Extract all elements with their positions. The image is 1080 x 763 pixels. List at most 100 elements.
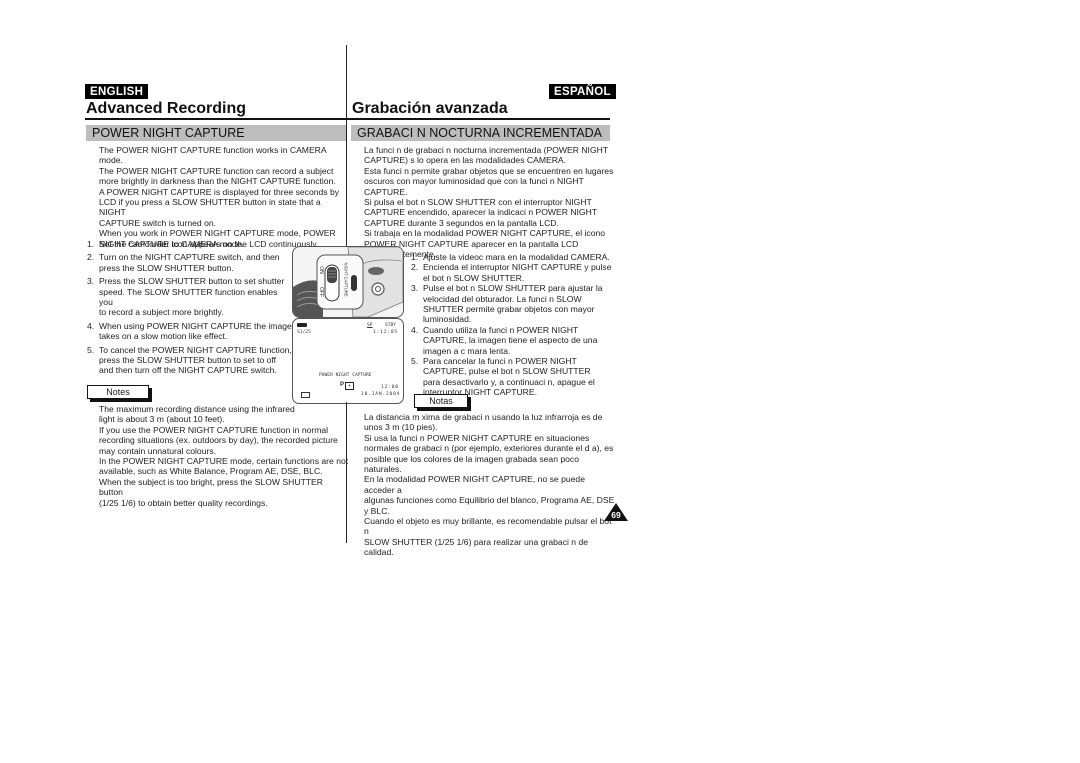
step-number: 4. <box>87 320 95 331</box>
intro-line: When you work in POWER NIGHT CAPTURE mod… <box>99 228 336 239</box>
lcd-tape-mode: SP <box>367 323 373 328</box>
step-text: Cuando utiliza la funci n POWER NIGHT <box>423 324 579 335</box>
camcorder-switch-illustration: ON OFF NIGHT CAPTURE <box>292 246 404 318</box>
step-number: 3. <box>411 283 419 294</box>
note-line: If you use the POWER NIGHT CAPTURE funct… <box>99 424 329 435</box>
page-number: 69 <box>611 510 621 520</box>
on-label: ON <box>317 266 324 274</box>
power-night-capture-icon: ✶ <box>345 382 354 390</box>
note-line: unos 3 m (10 pies). <box>364 422 438 433</box>
lcd-power-night-label: P <box>340 382 345 388</box>
page-title-english: Advanced Recording <box>86 100 247 117</box>
note-line: SLOW SHUTTER (1/25 1/6) para realizar un… <box>364 536 589 547</box>
language-badge-english: ENGLISH <box>85 84 149 99</box>
step-item: 4. When using POWER NIGHT CAPTURE the ima… <box>87 321 292 342</box>
note-line: algunas funciones como Equilibrio del bl… <box>364 495 615 516</box>
note-line: (1/25 1/6) to obtain better quality reco… <box>99 497 268 508</box>
step-item: 3. Pulse el bot n SLOW SHUTTER para ajust… <box>411 283 616 325</box>
step-text: velocidad del obturador. La funci n SLOW <box>423 293 582 304</box>
note-line: En la modalidad POWER NIGHT CAPTURE, no … <box>364 474 585 495</box>
intro-english: The POWER NIGHT CAPTURE function works i… <box>99 145 349 249</box>
lcd-time-counter: 1:12:05 <box>373 330 398 335</box>
step-text: el bot n SLOW SHUTTER. <box>423 272 525 283</box>
step-number: 2. <box>87 252 95 263</box>
step-item: 2. Turn on the NIGHT CAPTURE switch, and … <box>87 252 292 273</box>
notes-spanish: La distancia m xima de grabaci n usando … <box>364 412 616 558</box>
step-text: CAPTURE, la imagen tiene el aspecto de u… <box>423 335 598 346</box>
lcd-status: STBY <box>385 323 397 328</box>
step-text: To cancel the POWER NIGHT CAPTURE functi… <box>99 344 292 355</box>
step-text: to record a subject more brightly. <box>99 307 224 318</box>
note-line: Si usa la funci n POWER NIGHT CAPTURE en… <box>364 432 590 443</box>
step-item: 5. Para cancelar la funci n POWER NIGHT CA… <box>411 356 616 398</box>
lcd-date: 10.JAN.2004 <box>361 392 401 397</box>
step-number: 2. <box>411 262 419 273</box>
step-item: 4. Cuando utiliza la funci n POWER NIGHT C… <box>411 325 616 356</box>
step-item: 1. Set the camcorder to CAMERA mode. <box>87 239 292 249</box>
lcd-shutter-speed: S1/25 <box>297 330 311 335</box>
step-text: Turn on the NIGHT CAPTURE switch, and th… <box>99 252 280 263</box>
note-line: light is about 3 m (about 10 feet). <box>99 414 225 425</box>
note-line: available, such as White Balance, Progra… <box>99 466 323 477</box>
step-text: press the SLOW SHUTTER button. <box>99 262 234 273</box>
step-text: press the SLOW SHUTTER button to set to … <box>99 355 277 366</box>
step-text: luminosidad. <box>423 314 472 325</box>
memory-card-icon <box>301 392 310 398</box>
step-text: Pulse el bot n SLOW SHUTTER para ajustar… <box>423 283 603 294</box>
note-line: In the POWER NIGHT CAPTURE mode, certain… <box>99 456 349 467</box>
step-number: 3. <box>87 276 95 287</box>
step-number: 5. <box>411 356 419 367</box>
note-line: normales de grabaci n (por ejemplo, exte… <box>364 443 614 454</box>
intro-line: Si trabaja en la modalidad POWER NIGHT C… <box>364 228 606 239</box>
intro-line: Si pulsa el bot n SLOW SHUTTER con el in… <box>364 197 592 208</box>
step-text: takes on a slow motion like effect. <box>99 331 228 342</box>
intro-line: The POWER NIGHT CAPTURE function works i… <box>99 145 327 166</box>
title-rule-english <box>85 118 348 120</box>
intro-line: Esta funci n permite grabar objetos que … <box>364 165 614 176</box>
step-text: and then turn off the NIGHT CAPTURE swit… <box>99 365 277 376</box>
intro-line: CAPTURE) s lo opera en las modalidades C… <box>364 155 567 166</box>
step-text: Ajuste la videoc mara en la modalidad CA… <box>423 252 610 262</box>
notes-label-spanish: Notas <box>414 394 468 408</box>
intro-line: oscuros con mayor luminosidad que con la… <box>364 176 584 197</box>
step-text: speed. The SLOW SHUTTER function enables… <box>99 286 278 308</box>
step-item: 5. To cancel the POWER NIGHT CAPTURE func… <box>87 345 292 376</box>
step-text: When using POWER NIGHT CAPTURE the image <box>99 320 292 331</box>
intro-line: CAPTURE durante 3 segundos en la pantall… <box>364 217 559 228</box>
note-line: calidad. <box>364 547 394 558</box>
battery-icon <box>297 323 307 327</box>
step-item: 1. Ajuste la videoc mara en la modalidad … <box>411 252 616 262</box>
note-line: The maximum recording distance using the… <box>99 404 295 414</box>
lcd-display-illustration: S1/25 SP STBY 1:12:05 POWER NIGHT CAPTUR… <box>292 318 404 404</box>
lcd-clock: 12:00 <box>381 385 399 390</box>
title-rule-spanish <box>345 118 610 120</box>
intro-line: CAPTURE encendido, aparecer la indicaci … <box>364 207 598 218</box>
step-text: imagen a c mara lenta. <box>423 345 511 356</box>
step-item: 3. Press the SLOW SHUTTER button to set s… <box>87 276 292 318</box>
lcd-message: POWER NIGHT CAPTURE <box>319 373 372 378</box>
intro-line: La funci n de grabaci n nocturna increme… <box>364 145 609 155</box>
intro-line: LCD if you press a SLOW SHUTTER button i… <box>99 197 321 218</box>
note-line: La distancia m xima de grabaci n usando … <box>364 412 603 422</box>
page-number-badge: 69 <box>604 503 628 521</box>
steps-english: 1. Set the camcorder to CAMERA mode. 2. Tu… <box>87 239 292 379</box>
step-text: Para cancelar la funci n POWER NIGHT <box>423 356 577 367</box>
step-text: Set the camcorder to CAMERA mode. <box>99 239 244 249</box>
intro-line: A POWER NIGHT CAPTURE is displayed for t… <box>99 186 340 197</box>
note-line: recording situations (ex. outdoors by da… <box>99 435 338 446</box>
step-number: 1. <box>411 252 419 262</box>
step-text: SHUTTER permite grabar objetos con mayor <box>423 304 595 315</box>
notes-label-english: Notes <box>87 385 149 399</box>
section-title-english: POWER NIGHT CAPTURE <box>86 125 346 141</box>
language-badge-spanish: ESPAÑOL <box>549 84 616 99</box>
note-line: posible que los colores de la imagen gra… <box>364 453 579 475</box>
step-text: Press the SLOW SHUTTER button to set shu… <box>99 276 285 287</box>
page-title-spanish: Grabación avanzada <box>352 100 508 117</box>
step-number: 4. <box>411 324 419 335</box>
step-item: 2. Encienda el interruptor NIGHT CAPTURE … <box>411 262 616 283</box>
step-number: 5. <box>87 344 95 355</box>
note-line: Cuando el objeto es muy brillante, es re… <box>364 516 612 537</box>
step-text: CAPTURE, pulse el bot n SLOW SHUTTER <box>423 366 591 377</box>
off-label: OFF <box>318 287 324 297</box>
step-text: Encienda el interruptor NIGHT CAPTURE y … <box>423 262 612 273</box>
